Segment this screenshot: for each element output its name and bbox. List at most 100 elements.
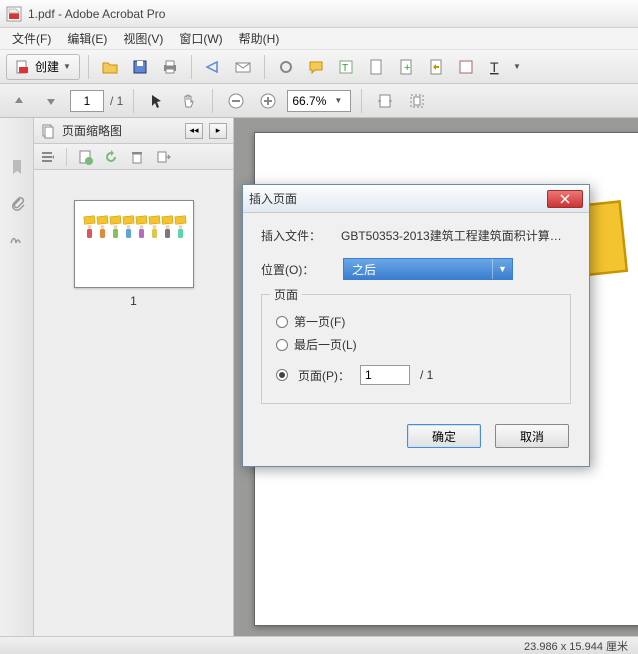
save-button[interactable] bbox=[127, 54, 153, 80]
dialog-titlebar[interactable]: 插入页面 bbox=[243, 185, 589, 213]
window-title: 1.pdf - Adobe Acrobat Pro bbox=[28, 7, 165, 21]
menu-bar: 文件(F) 编辑(E) 视图(V) 窗口(W) 帮助(H) bbox=[0, 28, 638, 50]
thumbnail-panel: 页面缩略图 ◂◂ ▸ bbox=[34, 118, 234, 636]
page-number-field[interactable] bbox=[360, 365, 410, 385]
separator bbox=[133, 89, 134, 113]
hand-tool[interactable] bbox=[176, 88, 202, 114]
separator bbox=[66, 148, 67, 166]
text-edit-icon: T bbox=[337, 58, 355, 76]
first-page-label: 第一页(F) bbox=[294, 313, 345, 330]
bookmark-icon[interactable] bbox=[8, 158, 26, 176]
arrow-up-icon bbox=[12, 94, 26, 108]
options-icon[interactable] bbox=[40, 149, 56, 165]
prev-page-button[interactable] bbox=[6, 88, 32, 114]
thumbnail-number: 1 bbox=[130, 294, 137, 308]
title-bar: 1.pdf - Adobe Acrobat Pro bbox=[0, 0, 638, 28]
page-icon bbox=[367, 58, 385, 76]
create-label: 创建 bbox=[35, 58, 59, 75]
tool-e[interactable]: + bbox=[393, 54, 419, 80]
panel-prev-button[interactable]: ◂◂ bbox=[185, 123, 203, 139]
page-number-input[interactable] bbox=[70, 90, 104, 112]
ok-button[interactable]: 确定 bbox=[407, 424, 481, 448]
zoom-out-icon bbox=[227, 92, 245, 110]
signature-icon[interactable] bbox=[8, 230, 26, 248]
side-strip bbox=[0, 118, 34, 636]
page-plus-icon: + bbox=[397, 58, 415, 76]
tool-g[interactable] bbox=[453, 54, 479, 80]
create-button[interactable]: 创建 ▼ bbox=[6, 54, 80, 80]
radio-last-page[interactable]: 最后一页(L) bbox=[276, 336, 556, 353]
menu-help[interactable]: 帮助(H) bbox=[231, 28, 288, 49]
gear-icon bbox=[277, 58, 295, 76]
fit-page-button[interactable] bbox=[404, 88, 430, 114]
cancel-button[interactable]: 取消 bbox=[495, 424, 569, 448]
radio-icon bbox=[276, 369, 288, 381]
chevron-down-icon[interactable]: ▼ bbox=[513, 62, 521, 71]
menu-file[interactable]: 文件(F) bbox=[4, 28, 59, 49]
chevron-down-icon: ▼ bbox=[334, 96, 342, 105]
text-tool[interactable]: T bbox=[483, 54, 509, 80]
page-total: / 1 bbox=[110, 94, 123, 108]
delete-page-icon[interactable] bbox=[129, 149, 145, 165]
menu-window[interactable]: 窗口(W) bbox=[171, 28, 230, 49]
tool-f[interactable] bbox=[423, 54, 449, 80]
nav-toolbar: / 1 66.7% ▼ bbox=[0, 84, 638, 118]
zoom-value: 66.7% bbox=[292, 94, 326, 108]
tool-a[interactable] bbox=[273, 54, 299, 80]
app-icon bbox=[6, 6, 22, 22]
menu-edit[interactable]: 编辑(E) bbox=[59, 28, 115, 49]
separator bbox=[88, 55, 89, 79]
status-bar: 23.986 x 15.944 厘米 bbox=[0, 636, 638, 654]
close-icon bbox=[560, 194, 570, 204]
separator bbox=[361, 89, 362, 113]
share-button[interactable] bbox=[200, 54, 226, 80]
tool-d[interactable] bbox=[363, 54, 389, 80]
svg-text:T: T bbox=[342, 63, 348, 74]
svg-text:+: + bbox=[404, 62, 410, 74]
insert-file-label: 插入文件： bbox=[261, 227, 331, 244]
zoom-out-button[interactable] bbox=[223, 88, 249, 114]
page-arrow-icon bbox=[427, 58, 445, 76]
rotate-icon[interactable] bbox=[103, 149, 119, 165]
close-button[interactable] bbox=[547, 190, 583, 208]
fit-page-icon bbox=[408, 92, 426, 110]
email-button[interactable] bbox=[230, 54, 256, 80]
radio-page-number[interactable]: 页面(P)： / 1 bbox=[276, 365, 556, 385]
thumbnail-list: 1 bbox=[34, 170, 233, 636]
hand-icon bbox=[181, 93, 197, 109]
chevron-down-icon: ▼ bbox=[492, 259, 512, 279]
attachment-icon[interactable] bbox=[8, 194, 26, 212]
next-page-button[interactable] bbox=[38, 88, 64, 114]
main-toolbar: 创建 ▼ T + T ▼ bbox=[0, 50, 638, 84]
tool-c[interactable]: T bbox=[333, 54, 359, 80]
extract-page-icon[interactable] bbox=[155, 149, 171, 165]
select-tool[interactable] bbox=[144, 88, 170, 114]
fit-width-button[interactable] bbox=[372, 88, 398, 114]
print-icon bbox=[161, 58, 179, 76]
chevron-down-icon: ▼ bbox=[63, 62, 71, 71]
envelope-icon bbox=[234, 58, 252, 76]
insert-page-icon[interactable] bbox=[77, 149, 93, 165]
open-button[interactable] bbox=[97, 54, 123, 80]
page-dimensions: 23.986 x 15.944 厘米 bbox=[524, 638, 628, 654]
text-icon: T bbox=[487, 58, 505, 76]
position-select[interactable]: 之后 ▼ bbox=[343, 258, 513, 280]
thumbnail-title: 页面缩略图 bbox=[62, 122, 179, 139]
panel-next-button[interactable]: ▸ bbox=[209, 123, 227, 139]
position-value: 之后 bbox=[352, 261, 376, 278]
print-button[interactable] bbox=[157, 54, 183, 80]
zoom-select[interactable]: 66.7% ▼ bbox=[287, 90, 351, 112]
svg-text:T: T bbox=[490, 59, 499, 75]
tool-b[interactable] bbox=[303, 54, 329, 80]
zoom-in-icon bbox=[259, 92, 277, 110]
position-label: 位置(O)： bbox=[261, 261, 333, 278]
create-icon bbox=[15, 59, 31, 75]
separator bbox=[212, 89, 213, 113]
zoom-in-button[interactable] bbox=[255, 88, 281, 114]
thumbnail-tools bbox=[34, 144, 233, 170]
menu-view[interactable]: 视图(V) bbox=[115, 28, 171, 49]
form-icon bbox=[457, 58, 475, 76]
page-thumbnail[interactable] bbox=[74, 200, 194, 288]
radio-first-page[interactable]: 第一页(F) bbox=[276, 313, 556, 330]
thumbnail-header: 页面缩略图 ◂◂ ▸ bbox=[34, 118, 233, 144]
